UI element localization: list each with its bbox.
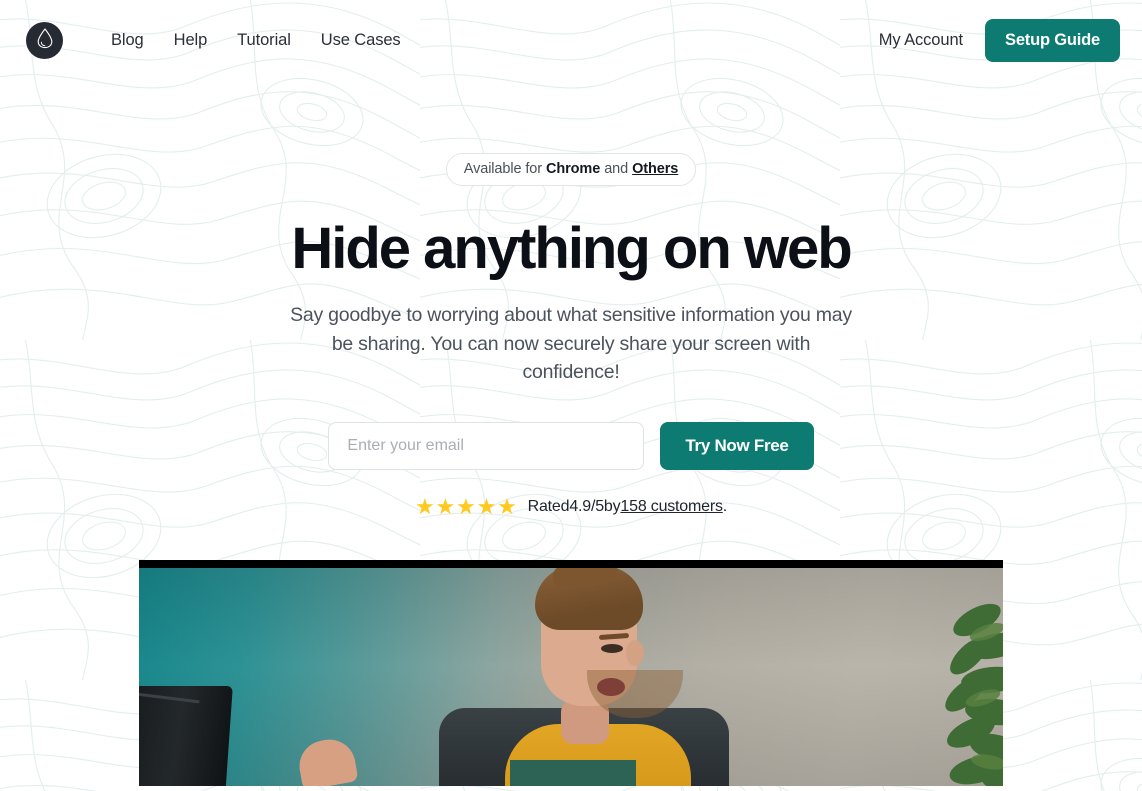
star-icon-3: ★ <box>456 493 476 519</box>
hidden-content-overlay <box>510 759 636 786</box>
eye <box>601 643 623 653</box>
email-signup-form: Try Now Free <box>0 421 1142 470</box>
star-rating: ★ ★ ★ ★ ★ <box>414 493 517 519</box>
nav-link-help[interactable]: Help <box>174 31 208 50</box>
brand-logo[interactable] <box>26 21 63 59</box>
water-droplet-icon <box>36 27 54 54</box>
availability-prefix: Available for <box>463 161 542 177</box>
star-icon-5: ★ <box>497 493 517 519</box>
my-account-link[interactable]: My Account <box>879 31 963 50</box>
plant-icon <box>945 603 1003 786</box>
landing-page: Blog Help Tutorial Use Cases My Account … <box>0 0 1142 791</box>
person-in-video <box>491 567 701 786</box>
email-input[interactable] <box>328 421 645 470</box>
video-letterbox <box>139 559 1003 568</box>
header-actions: My Account Setup Guide <box>879 18 1120 62</box>
monitor-icon <box>139 685 233 786</box>
rating-score: 4.9/5 <box>569 497 604 515</box>
rating-row: ★ ★ ★ ★ ★ Rated 4.9/5 by 158 customers. <box>0 493 1142 519</box>
demo-video-player[interactable] <box>139 559 1003 786</box>
nav-link-tutorial[interactable]: Tutorial <box>237 31 291 50</box>
availability-conjunction: and <box>604 161 629 177</box>
customers-count-link[interactable]: 158 customers <box>620 498 723 516</box>
site-header: Blog Help Tutorial Use Cases My Account … <box>0 0 1142 80</box>
availability-badge[interactable]: Available for Chrome and Others <box>445 153 697 186</box>
rating-suffix: . <box>722 497 728 515</box>
try-now-free-button[interactable]: Try Now Free <box>660 421 814 470</box>
rating-text: Rated 4.9/5 by 158 customers. <box>527 497 728 516</box>
availability-others-link[interactable]: Others <box>632 161 678 177</box>
setup-guide-button[interactable]: Setup Guide <box>985 18 1120 62</box>
mouth <box>597 677 625 696</box>
main-navigation: Blog Help Tutorial Use Cases <box>111 31 401 50</box>
nav-link-blog[interactable]: Blog <box>111 31 144 50</box>
availability-browser: Chrome <box>546 161 601 177</box>
hero-subtitle: Say goodbye to worrying about what sensi… <box>290 304 852 384</box>
monitor-seam <box>139 691 200 704</box>
star-icon-1: ★ <box>414 493 435 519</box>
nav-link-use-cases[interactable]: Use Cases <box>321 31 401 50</box>
star-icon-4: ★ <box>476 493 497 519</box>
hero-section: Available for Chrome and Others Hide any… <box>0 80 1142 786</box>
star-icon-2: ★ <box>435 493 456 519</box>
video-frame <box>139 567 1003 786</box>
rating-prefix: Rated <box>527 497 570 515</box>
ear <box>626 639 644 666</box>
rating-by: by <box>603 497 621 515</box>
eyebrow <box>598 632 630 640</box>
page-title: Hide anything on web <box>291 216 852 281</box>
